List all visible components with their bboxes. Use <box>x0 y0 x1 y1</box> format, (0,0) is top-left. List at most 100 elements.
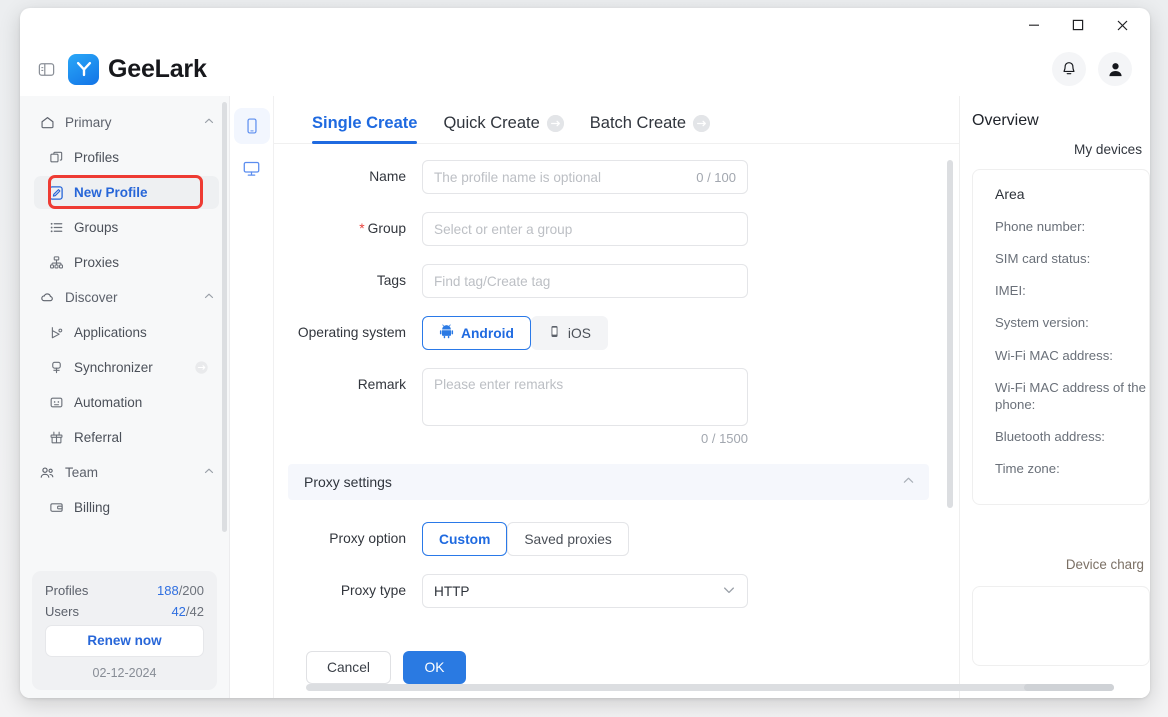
device-info-field: SIM card status: <box>995 251 1091 267</box>
os-option-ios[interactable]: iOS <box>530 316 608 350</box>
overview-title: Overview <box>972 112 1039 129</box>
sidebar-item-label: Synchronizer <box>74 360 153 375</box>
link-badge-icon[interactable] <box>693 115 711 132</box>
sync-icon <box>47 360 65 375</box>
brand: GeeLark <box>68 53 207 85</box>
horizontal-scrollbar-thumb[interactable] <box>1024 684 1114 691</box>
quota-users-value: 42/42 <box>171 604 204 619</box>
sidebar-item-profiles[interactable]: Profiles <box>34 141 219 174</box>
device-charge-card <box>972 586 1150 667</box>
name-label: Name <box>369 169 406 184</box>
device-info-field: IMEI: <box>995 283 1026 299</box>
monitor-icon[interactable] <box>234 150 270 186</box>
tab-label: Quick Create <box>443 114 540 132</box>
apps-icon <box>47 325 65 340</box>
automation-icon <box>47 395 65 410</box>
overview-pane: Overview My devices Area Phone number: S… <box>960 96 1150 698</box>
tab-label: Batch Create <box>589 114 687 132</box>
form-row-group: * Group Select or enter a group <box>274 212 959 246</box>
sidebar-group-label: Team <box>65 465 99 480</box>
chevron-up-icon[interactable] <box>902 474 915 490</box>
create-mode-tabs: Single Create Quick Create Batch Create <box>274 96 959 144</box>
proxy-type-label: Proxy type <box>340 583 406 598</box>
sidebar-item-label: Referral <box>74 430 123 445</box>
overview-subtitle: My devices <box>1074 142 1142 157</box>
team-icon <box>38 465 56 481</box>
name-input[interactable]: The profile name is optional 0 / 100 <box>422 160 748 194</box>
quota-card: Profiles 188/200 Users 42/42 Renew now 0… <box>32 571 217 690</box>
proxy-type-select[interactable]: HTTP <box>422 574 748 608</box>
sidebar-group-primary[interactable]: Primary <box>20 106 229 139</box>
remark-label: Remark <box>357 377 406 392</box>
geelark-logo-icon <box>68 53 99 85</box>
device-info-field: Phone number: <box>995 219 1086 234</box>
sidebar-item-proxies[interactable]: Proxies <box>34 246 219 279</box>
os-option-android[interactable]: Android <box>422 316 531 350</box>
link-badge-icon[interactable] <box>194 360 209 375</box>
remark-textarea[interactable]: Please enter remarks <box>422 368 748 426</box>
tab-batch-create[interactable]: Batch Create <box>589 114 711 143</box>
renew-now-button[interactable]: Renew now <box>45 625 204 657</box>
tags-input[interactable]: Find tag/Create tag <box>422 264 748 298</box>
device-charge-note: Device charg <box>1065 557 1144 573</box>
os-option-label: Android <box>461 325 514 341</box>
phone-icon[interactable] <box>233 108 270 144</box>
tab-single-create[interactable]: Single Create <box>312 114 418 144</box>
tab-quick-create[interactable]: Quick Create <box>443 114 564 143</box>
sidebar-item-groups[interactable]: Groups <box>34 211 219 244</box>
chevron-down-icon <box>722 583 736 600</box>
edit-square-icon <box>47 185 65 201</box>
tags-placeholder: Find tag/Create tag <box>434 273 551 289</box>
proxy-type-value: HTTP <box>434 583 470 599</box>
chevron-up-icon <box>203 290 215 305</box>
panel-toggle-icon[interactable] <box>32 55 60 83</box>
required-asterisk: * <box>359 221 365 236</box>
device-info-field: Wi-Fi MAC address: <box>995 347 1113 363</box>
device-info-card: Area Phone number: SIM card status: IMEI… <box>972 169 1150 506</box>
sidebar-item-applications[interactable]: Applications <box>34 316 219 349</box>
form-vertical-scrollbar[interactable] <box>947 160 953 508</box>
sidebar-item-label: Proxies <box>74 255 120 270</box>
user-avatar-icon[interactable] <box>1098 52 1132 86</box>
sidebar-group-discover[interactable]: Discover <box>20 281 229 314</box>
operating-system-segmented: Android iOS <box>422 316 608 350</box>
ios-phone-icon <box>548 325 561 341</box>
link-badge-icon[interactable] <box>546 115 564 132</box>
horizontal-scrollbar-track[interactable] <box>306 684 1114 691</box>
minimize-icon[interactable] <box>1012 10 1056 40</box>
maximize-icon[interactable] <box>1056 10 1100 40</box>
sidebar-item-synchronizer[interactable]: Synchronizer <box>34 351 219 384</box>
sidebar-item-automation[interactable]: Automation <box>34 386 219 419</box>
sidebar-scrollbar[interactable] <box>222 102 227 532</box>
sidebar-item-label: Automation <box>74 395 143 410</box>
proxy-option-segmented: Custom Saved proxies <box>422 522 629 556</box>
proxy-settings-section-header[interactable]: Proxy settings <box>288 464 929 500</box>
sidebar-item-label: Groups <box>74 220 119 235</box>
list-icon <box>47 220 65 235</box>
proxy-option-label-text: Custom <box>439 531 491 547</box>
form-row-proxy-type: Proxy type HTTP <box>274 574 959 608</box>
sidebar-item-billing[interactable]: Billing <box>34 491 219 524</box>
tags-label: Tags <box>376 273 406 288</box>
ok-button[interactable]: OK <box>402 650 466 684</box>
close-icon[interactable] <box>1100 10 1144 40</box>
tab-label: Single Create <box>312 114 418 132</box>
android-icon <box>439 324 454 342</box>
cancel-button[interactable]: Cancel <box>306 650 391 684</box>
quota-expiry-date: 02-12-2024 <box>92 666 157 680</box>
group-input[interactable]: Select or enter a group <box>422 212 748 246</box>
sidebar-item-referral[interactable]: Referral <box>34 421 219 454</box>
form-row-name: Name The profile name is optional 0 / 10… <box>274 160 959 194</box>
sidebar-item-label: New Profile <box>74 185 148 200</box>
gift-icon <box>47 430 65 445</box>
proxy-option-custom[interactable]: Custom <box>422 522 508 556</box>
device-info-field: System version: <box>995 315 1089 331</box>
bell-icon[interactable] <box>1052 52 1086 86</box>
sidebar-group-team[interactable]: Team <box>20 456 229 489</box>
window-titlebar <box>970 8 1150 42</box>
sidebar-item-new-profile[interactable]: New Profile <box>34 176 219 209</box>
proxy-settings-title: Proxy settings <box>304 474 392 490</box>
proxy-option-saved-proxies[interactable]: Saved proxies <box>507 522 629 556</box>
device-info-heading: Area <box>995 186 1025 202</box>
form-row-remark: Remark Please enter remarks 0 / 1500 <box>274 368 959 446</box>
